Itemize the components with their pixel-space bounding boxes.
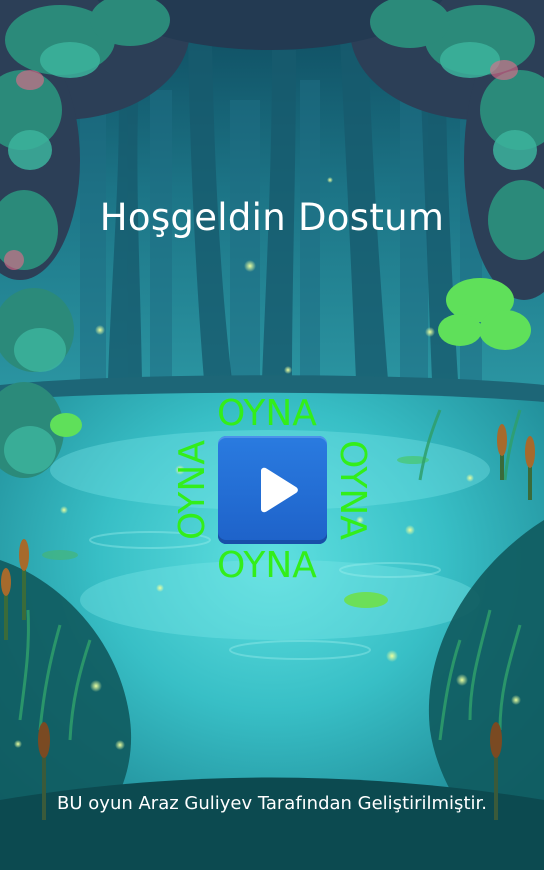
play-button[interactable] bbox=[218, 436, 327, 544]
welcome-title: Hoşgeldin Dostum bbox=[99, 196, 445, 239]
play-label-top[interactable]: OYNA bbox=[217, 396, 317, 432]
game-start-screen: Hoşgeldin Dostum OYNA OYNA OYNA OYNA BU … bbox=[0, 0, 544, 870]
play-label-bottom[interactable]: OYNA bbox=[217, 548, 317, 584]
play-label-right[interactable]: OYNA bbox=[332, 440, 373, 540]
play-icon bbox=[261, 467, 298, 513]
forest-swamp-background bbox=[0, 0, 544, 870]
developer-credit: BU oyun Araz Guliyev Tarafından Geliştir… bbox=[57, 793, 487, 814]
play-label-left[interactable]: OYNA bbox=[172, 440, 213, 540]
